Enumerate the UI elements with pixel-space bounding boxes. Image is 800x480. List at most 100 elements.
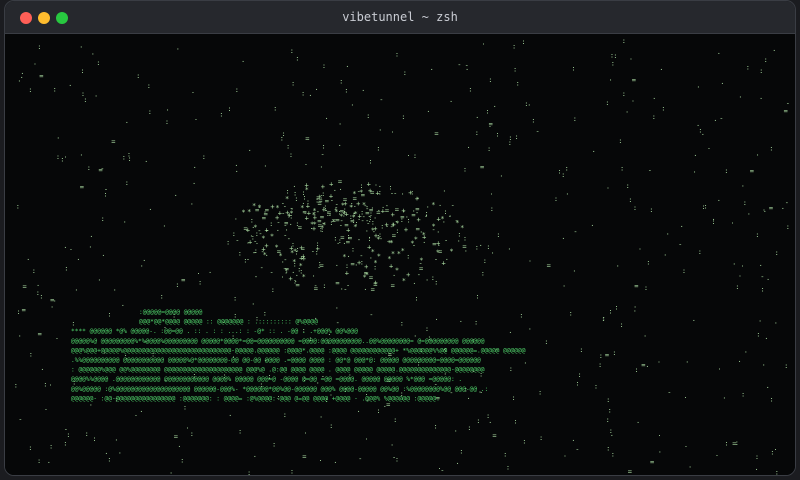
vortex-glyph: - — [419, 260, 423, 268]
star-glyph: . — [572, 265, 576, 273]
star-glyph: . — [76, 254, 80, 262]
star-glyph: . — [44, 404, 48, 412]
star-glyph: : — [756, 330, 760, 338]
star-glyph: . — [113, 285, 117, 293]
star-glyph: . — [507, 244, 511, 252]
star-glyph: . — [755, 464, 759, 472]
star-glyph: . — [638, 244, 642, 252]
star-glyph: . — [764, 333, 768, 341]
vortex-glyph: - — [359, 252, 363, 260]
star-glyph: : — [476, 417, 480, 425]
star-glyph: . — [508, 327, 512, 335]
star-glyph: . — [177, 441, 181, 449]
star-glyph: : — [770, 396, 774, 404]
star-glyph: : — [431, 274, 435, 282]
star-glyph: . — [319, 412, 323, 420]
vortex-glyph: - — [343, 285, 347, 293]
star-glyph: : — [32, 267, 36, 275]
star-glyph: : — [175, 281, 179, 289]
star-glyph: : — [634, 366, 638, 374]
star-glyph: - — [321, 151, 325, 159]
vortex-glyph: = — [317, 218, 321, 226]
vortex-glyph: - — [415, 209, 419, 217]
vortex-glyph: + — [364, 263, 368, 271]
star-glyph: . — [489, 189, 493, 197]
star-glyph: : — [467, 424, 471, 432]
star-glyph: . — [629, 54, 633, 62]
star-glyph: - — [573, 228, 577, 236]
star-glyph: . — [571, 435, 575, 443]
terminal-output[interactable]: = -. -..:..:::.....: =:..::: =::... -.::.:.: -… — [5, 34, 795, 476]
star-glyph: . — [101, 250, 105, 258]
star-glyph: . — [363, 284, 367, 292]
star-glyph: - — [392, 453, 396, 461]
star-glyph: : — [226, 239, 230, 247]
star-glyph: : — [393, 416, 397, 424]
star-glyph: . — [185, 422, 189, 430]
star-glyph: : — [80, 67, 84, 75]
star-glyph: : — [485, 108, 489, 116]
star-glyph: : — [37, 457, 41, 465]
star-glyph: : — [238, 428, 242, 436]
star-glyph: : — [289, 151, 293, 159]
star-glyph: : — [414, 294, 418, 302]
star-glyph: : — [769, 145, 773, 153]
star-glyph: . — [692, 315, 696, 323]
star-glyph: : — [506, 463, 510, 471]
title-bar: vibetunnel ~ zsh — [5, 1, 795, 34]
vortex-glyph: . — [401, 188, 405, 196]
star-glyph: = — [628, 468, 632, 476]
star-glyph: . — [693, 167, 697, 175]
vortex-glyph: . — [422, 237, 426, 245]
vortex-glyph: : — [338, 237, 342, 245]
star-glyph: . — [645, 361, 649, 369]
star-glyph: . — [772, 45, 776, 53]
star-glyph: . — [715, 450, 719, 458]
star-glyph: . — [712, 214, 716, 222]
star-glyph: : — [28, 444, 32, 452]
vortex-glyph: * — [275, 204, 279, 212]
star-glyph: . — [631, 95, 635, 103]
star-glyph: . — [74, 284, 78, 292]
star-glyph: . — [744, 347, 748, 355]
vortex-glyph: * — [362, 201, 366, 209]
star-glyph: = — [23, 283, 27, 291]
star-glyph: : — [519, 311, 523, 319]
star-glyph: . — [683, 392, 687, 400]
star-glyph: = — [174, 433, 178, 441]
star-glyph: . — [234, 213, 238, 221]
vortex-glyph: - — [277, 247, 281, 255]
star-glyph: . — [345, 61, 349, 69]
star-glyph: . — [166, 105, 170, 113]
star-glyph: : — [273, 104, 277, 112]
star-glyph: . — [114, 434, 118, 442]
star-glyph: : — [503, 451, 507, 459]
vortex-glyph: = — [376, 209, 380, 217]
star-glyph: : — [403, 69, 407, 77]
star-glyph: : — [488, 76, 492, 84]
star-glyph: . — [732, 259, 736, 267]
vortex-glyph: . — [251, 222, 255, 230]
star-glyph: : — [512, 394, 516, 402]
star-glyph: : — [37, 43, 41, 51]
window-title: vibetunnel ~ zsh — [342, 10, 458, 24]
star-glyph: = — [492, 432, 496, 440]
star-glyph: : — [368, 157, 372, 165]
star-glyph: - — [369, 311, 373, 319]
star-glyph: : — [618, 137, 622, 145]
star-glyph: . — [563, 450, 567, 458]
vortex-glyph: : — [313, 209, 317, 217]
star-glyph: : — [475, 293, 479, 301]
star-glyph: : — [614, 303, 618, 311]
star-glyph: = — [547, 262, 551, 270]
star-glyph: : — [474, 318, 478, 326]
star-glyph: : — [272, 440, 276, 448]
vortex-glyph: + — [417, 216, 421, 224]
vortex-glyph: * — [373, 259, 377, 267]
star-glyph: . — [717, 195, 721, 203]
star-glyph: : — [60, 156, 64, 164]
star-glyph: . — [318, 455, 322, 463]
vortex-glyph: + — [342, 209, 346, 217]
star-glyph: : — [496, 231, 500, 239]
star-glyph: : — [233, 295, 237, 303]
